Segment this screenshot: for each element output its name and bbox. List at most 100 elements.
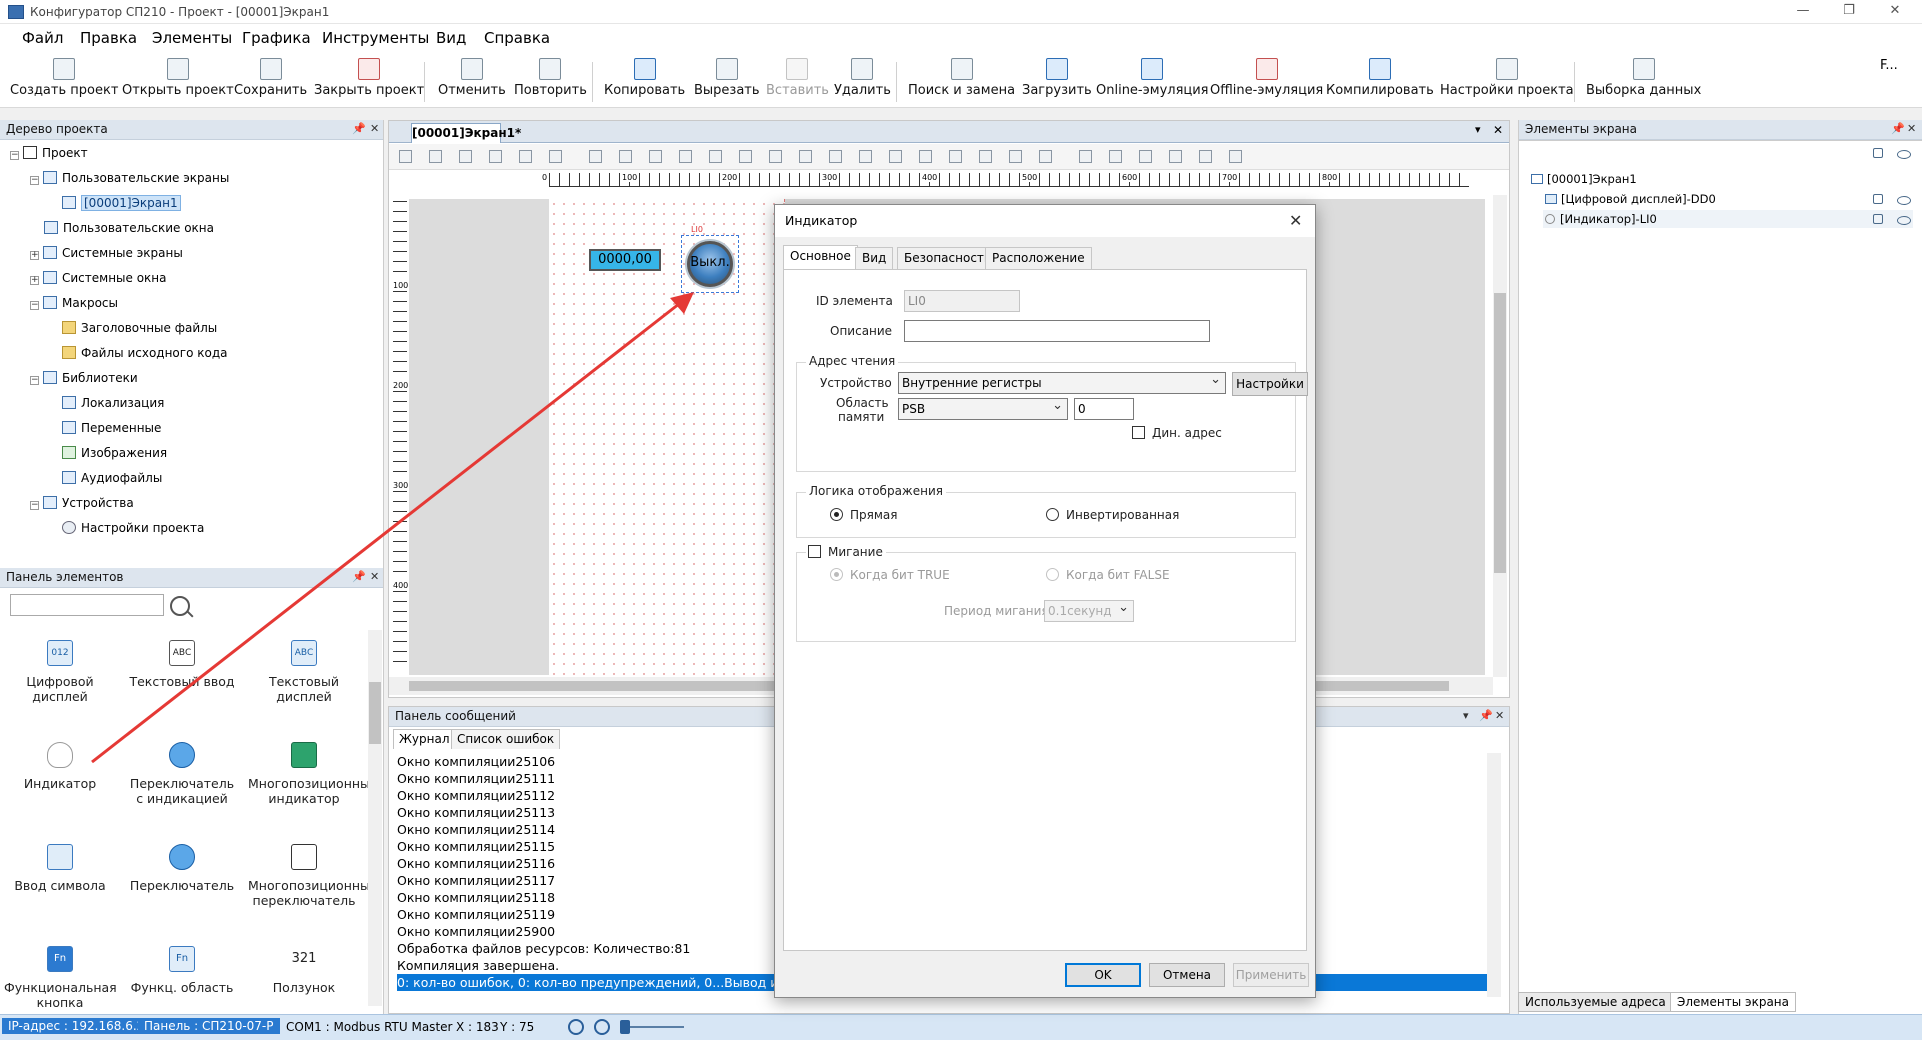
project-settings-button[interactable]: Настройки проекта [1440,58,1574,106]
tree-item-project[interactable]: − Проект [10,144,88,162]
compile-button[interactable]: Компилировать [1326,58,1434,106]
tab-error-list[interactable]: Список ошибок [451,729,561,749]
center-h-icon[interactable] [859,150,872,163]
send-back-icon[interactable] [679,150,692,163]
tree-item-system-windows[interactable]: + Системные окна [30,269,167,287]
device-settings-button[interactable]: Настройки [1232,372,1308,396]
menu-file[interactable]: Файл [22,29,63,47]
tab-general[interactable]: Основное [783,245,858,269]
zoom-slider-handle[interactable] [620,1020,630,1034]
screen-element-dd0[interactable]: [Цифровой дисплей]-DD0 [1545,192,1716,206]
palette-digital-display[interactable]: 012 Цифровой дисплей [4,640,116,704]
order-icon[interactable] [979,150,992,163]
memory-area-select[interactable]: PSB [898,396,1068,420]
center-v-icon[interactable] [889,150,902,163]
distribute-h-icon[interactable] [709,150,722,163]
toolbar-overflow[interactable]: F... [1880,58,1898,73]
rect-select-icon[interactable] [1139,150,1152,163]
tab-menu-icon[interactable]: ▾ [1475,123,1481,136]
copy-button[interactable]: Копировать [604,58,685,106]
ungroup-icon[interactable] [949,150,962,163]
tree-item-header-files[interactable]: Заголовочные файлы [62,319,217,337]
pin-icon[interactable]: 📌 [352,570,366,583]
front-icon[interactable] [1009,150,1022,163]
panel-close-icon[interactable]: ✕ [370,570,379,583]
tree-item-source-files[interactable]: Файлы исходного кода [62,344,227,362]
menu-edit[interactable]: Правка [80,29,137,47]
bring-front-icon[interactable] [649,150,662,163]
find-replace-button[interactable]: Поиск и замена [908,58,1015,106]
back-icon[interactable] [1039,150,1052,163]
align-top-icon[interactable] [489,150,502,163]
pin-icon[interactable]: 📌 [1479,709,1493,722]
zoom-out-icon[interactable] [594,1019,610,1035]
undo-button[interactable]: Отменить [438,58,506,106]
tab-security[interactable]: Безопасность [897,247,998,269]
digital-display-dd0[interactable]: 0000,00 [589,249,661,271]
line-icon[interactable] [1199,150,1212,163]
align-middle-icon[interactable] [519,150,532,163]
tree-item-user-screens[interactable]: − Пользовательские экраны [30,169,229,187]
menu-view[interactable]: Вид [436,29,466,47]
menu-elements[interactable]: Элементы [152,29,232,47]
screen-element-li0[interactable]: [Индикатор]-LI0 [1545,212,1657,226]
menu-graphics[interactable]: Графика [242,29,311,47]
cut-button[interactable]: Вырезать [694,58,760,106]
palette-slider[interactable]: 321 Ползунок [248,946,360,995]
when-false-radio[interactable] [1046,568,1059,581]
same-height-icon[interactable] [799,150,812,163]
tree-item-system-screens[interactable]: + Системные экраны [30,244,183,262]
palette-text-display[interactable]: ABC Текстовый дисплей [248,640,360,704]
apply-button[interactable]: Применить [1233,963,1309,987]
online-emulation-button[interactable]: Online-эмуляция [1096,58,1209,106]
address-input[interactable]: 0 [1074,398,1134,420]
align-left-icon[interactable] [399,150,412,163]
tab-used-addresses[interactable]: Используемые адреса [1518,992,1673,1012]
palette-text-input[interactable]: ABC Текстовый ввод [126,640,238,689]
data-sample-button[interactable]: Выборка данных [1586,58,1701,106]
palette-symbol-input[interactable]: Ввод символа [4,844,116,893]
when-true-radio[interactable] [830,568,843,581]
close-icon[interactable]: ✕ [1872,0,1918,24]
tree-item-project-settings[interactable]: Настройки проекта [62,519,204,537]
create-project-button[interactable]: Создать проект [10,58,118,106]
load-button[interactable]: Загрузить [1022,58,1092,106]
description-field[interactable] [904,320,1210,342]
palette-multistate-indicator[interactable]: Многопозиционный индикатор [248,742,378,806]
device-select[interactable]: Внутренние регистры [898,370,1226,394]
inverted-radio[interactable] [1046,508,1059,521]
tab-journal[interactable]: Журнал [393,729,456,749]
search-icon[interactable] [170,596,190,616]
messages-scrollbar[interactable] [1487,753,1501,997]
redo-button[interactable]: Повторить [514,58,587,106]
tab-position[interactable]: Расположение [985,247,1092,269]
paste-button[interactable]: Вставить [766,58,829,106]
delete-button[interactable]: Удалить [834,58,891,106]
polyline-icon[interactable] [1229,150,1242,163]
ok-button[interactable]: OK [1065,963,1141,987]
zoom-in-icon[interactable] [568,1019,584,1035]
palette-indicator[interactable]: Индикатор [4,742,116,791]
screen-root-item[interactable]: [00001]Экран1 [1531,172,1637,186]
distribute-v-icon[interactable] [739,150,752,163]
canvas-page[interactable] [549,199,785,675]
pin-icon[interactable]: 📌 [1891,122,1905,135]
align-right-icon[interactable] [459,150,472,163]
close-icon[interactable]: ✕ [1289,211,1302,230]
tab-screen1[interactable]: [00001]Экран1* [411,123,521,143]
lock-icon[interactable] [1873,194,1883,204]
panel-close-icon[interactable]: ✕ [1495,709,1504,722]
blink-period-select[interactable]: 0.1секунд [1044,598,1134,622]
palette-switch[interactable]: Переключатель [126,844,238,893]
tab-view[interactable]: Вид [855,247,894,269]
menu-tools[interactable]: Инструменты [322,29,429,47]
editor-v-scroll-thumb[interactable] [1494,293,1506,573]
tree-item-libraries[interactable]: − Библиотеки [30,369,138,387]
circle-icon[interactable] [1169,150,1182,163]
blink-checkbox[interactable] [808,545,821,558]
panel-close-icon[interactable]: ✕ [1907,122,1916,135]
tab-screen-elements[interactable]: Элементы экрана [1670,992,1796,1012]
offline-emulation-button[interactable]: Offline-эмуляция [1210,58,1323,106]
save-button[interactable]: Сохранить [234,58,307,106]
direct-radio[interactable] [830,508,843,521]
